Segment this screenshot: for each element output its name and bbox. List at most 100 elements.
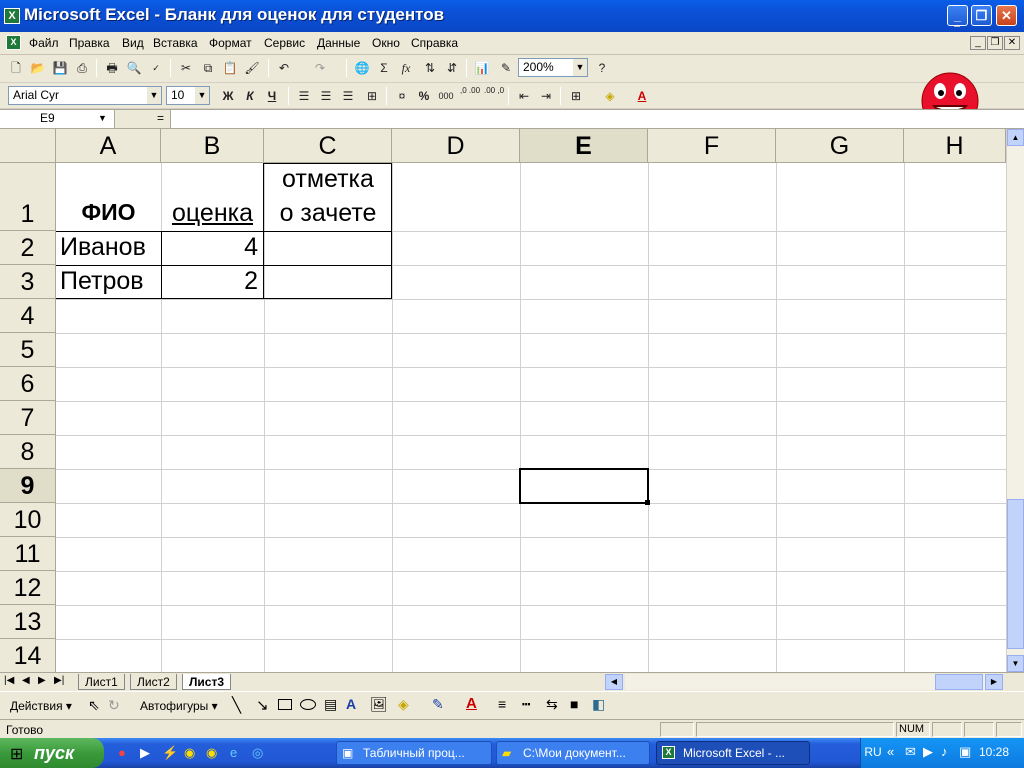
cell-a3[interactable]: Петров bbox=[60, 267, 144, 296]
underline-button[interactable]: Ч bbox=[262, 86, 282, 106]
drawing-icon[interactable]: ✎ bbox=[496, 58, 516, 78]
row-header-13[interactable]: 13 bbox=[0, 605, 56, 639]
column-header-f[interactable]: F bbox=[648, 129, 776, 163]
menu-tools[interactable]: Сервис bbox=[264, 36, 305, 50]
language-indicator[interactable]: RU bbox=[861, 745, 885, 759]
copy-icon[interactable]: ⧉ bbox=[198, 58, 218, 78]
quicklaunch-icon[interactable]: ⚡ bbox=[162, 745, 178, 761]
row-header-6[interactable]: 6 bbox=[0, 367, 56, 401]
autoshapes-menu[interactable]: Автофигуры ▾ bbox=[140, 699, 218, 713]
row-header-12[interactable]: 12 bbox=[0, 571, 56, 605]
menu-file[interactable]: Файл bbox=[29, 36, 59, 50]
save-icon[interactable]: 💾 bbox=[50, 58, 70, 78]
column-header-d[interactable]: D bbox=[392, 129, 520, 163]
close-button[interactable]: ✕ bbox=[996, 5, 1017, 26]
vertical-scrollbar[interactable]: ▲ ▼ bbox=[1006, 129, 1024, 672]
line-icon[interactable]: ╲ bbox=[232, 696, 241, 714]
worksheet-grid[interactable]: A B C D E F G H 1 2 3 4 5 6 7 8 9 10 11 … bbox=[0, 129, 1006, 672]
column-header-a[interactable]: A bbox=[56, 129, 161, 163]
sort-asc-icon[interactable]: ⇅ bbox=[420, 58, 440, 78]
last-sheet-icon[interactable]: ▶| bbox=[54, 675, 64, 686]
cell-b2[interactable]: 4 bbox=[161, 233, 258, 262]
arrow-icon[interactable]: ↘ bbox=[256, 696, 269, 714]
currency-icon[interactable]: ¤ bbox=[392, 86, 412, 106]
row-header-10[interactable]: 10 bbox=[0, 503, 56, 537]
row-header-5[interactable]: 5 bbox=[0, 333, 56, 367]
shadow-icon[interactable]: ■ bbox=[570, 696, 578, 712]
align-left-icon[interactable]: ☰ bbox=[294, 86, 314, 106]
selected-cell-e9[interactable] bbox=[519, 468, 649, 504]
row-header-8[interactable]: 8 bbox=[0, 435, 56, 469]
decrease-decimal-button[interactable]: .00 ,0 bbox=[484, 86, 504, 106]
textbox-icon[interactable]: ▤ bbox=[324, 696, 337, 713]
decrease-indent-icon[interactable]: ⇤ bbox=[514, 86, 534, 106]
chevron-down-icon[interactable]: ▼ bbox=[98, 113, 107, 123]
print-icon[interactable]: 🖶 bbox=[102, 58, 122, 78]
font-size-select[interactable]: 10 ▼ bbox=[166, 86, 210, 105]
menu-window[interactable]: Окно bbox=[372, 36, 400, 50]
doc-restore-button[interactable]: ❐ bbox=[987, 36, 1003, 50]
cell-b1[interactable]: оценка bbox=[161, 199, 264, 228]
first-sheet-icon[interactable]: |◀ bbox=[4, 675, 14, 686]
hscroll-thumb[interactable] bbox=[935, 674, 983, 690]
quicklaunch-icon[interactable]: ◎ bbox=[252, 745, 263, 761]
column-header-g[interactable]: G bbox=[776, 129, 904, 163]
dash-style-icon[interactable]: ┅ bbox=[522, 696, 530, 713]
column-header-e[interactable]: E bbox=[520, 129, 648, 163]
taskbar-button-explorer[interactable]: C:\Мои документ... bbox=[496, 741, 650, 765]
cell-c1-line2[interactable]: о зачете bbox=[264, 199, 392, 228]
cell-c1-line1[interactable]: отметка bbox=[264, 165, 392, 194]
permission-icon[interactable]: ⎙ bbox=[72, 58, 92, 78]
line-style-icon[interactable]: ≡ bbox=[498, 696, 506, 712]
zoom-select[interactable]: 200% ▼ bbox=[518, 58, 588, 77]
row-header-4[interactable]: 4 bbox=[0, 299, 56, 333]
cell-a1[interactable]: ФИО bbox=[56, 199, 161, 226]
rectangle-icon[interactable] bbox=[278, 699, 292, 710]
cell-a2[interactable]: Иванов bbox=[60, 233, 146, 262]
menu-data[interactable]: Данные bbox=[317, 36, 360, 50]
quicklaunch-icon[interactable]: ◉ bbox=[184, 745, 195, 761]
clipart-icon[interactable]: 🖼 bbox=[370, 696, 388, 713]
align-right-icon[interactable]: ☰ bbox=[338, 86, 358, 106]
row-header-7[interactable]: 7 bbox=[0, 401, 56, 435]
print-preview-icon[interactable]: 🔍 bbox=[124, 58, 144, 78]
wordart-icon[interactable]: A bbox=[346, 696, 356, 712]
menu-help[interactable]: Справка bbox=[411, 36, 458, 50]
minimize-button[interactable]: _ bbox=[947, 5, 968, 26]
format-painter-icon[interactable]: 🖌 bbox=[242, 58, 262, 78]
function-icon[interactable]: fx bbox=[396, 58, 416, 78]
font-color-icon[interactable]: A bbox=[466, 695, 477, 712]
new-icon[interactable]: 🗋 bbox=[6, 58, 26, 78]
quicklaunch-icon[interactable]: ◉ bbox=[206, 745, 217, 761]
menu-format[interactable]: Формат bbox=[209, 36, 252, 50]
excel-app-icon[interactable]: X bbox=[4, 8, 20, 24]
taskbar-button-word[interactable]: Табличный проц... bbox=[336, 741, 492, 765]
menu-insert[interactable]: Вставка bbox=[153, 36, 198, 50]
oval-icon[interactable] bbox=[300, 699, 316, 710]
doc-minimize-button[interactable]: _ bbox=[970, 36, 986, 50]
arrow-style-icon[interactable]: ⇆ bbox=[546, 696, 558, 713]
paste-icon[interactable]: 📋 bbox=[220, 58, 240, 78]
menu-edit[interactable]: Правка bbox=[69, 36, 110, 50]
quicklaunch-media-icon[interactable]: ▶ bbox=[140, 745, 150, 761]
tray-icon[interactable]: ✉ bbox=[905, 744, 916, 760]
tray-arrow-icon[interactable]: « bbox=[887, 744, 894, 759]
hscroll-left-button[interactable]: ◀ bbox=[605, 674, 623, 690]
quicklaunch-icon[interactable]: ● bbox=[118, 745, 126, 760]
row-header-2[interactable]: 2 bbox=[0, 231, 56, 265]
redo-icon[interactable]: ↷ bbox=[310, 58, 330, 78]
chart-wizard-icon[interactable]: 📊 bbox=[472, 58, 492, 78]
formula-input[interactable] bbox=[172, 110, 1024, 128]
sheet-tab-2[interactable]: Лист2 bbox=[130, 674, 177, 690]
select-all-corner[interactable] bbox=[0, 129, 56, 163]
doc-close-button[interactable]: ✕ bbox=[1004, 36, 1020, 50]
prev-sheet-icon[interactable]: ◀ bbox=[22, 675, 30, 686]
spelling-icon[interactable]: ✓ bbox=[146, 58, 166, 78]
next-sheet-icon[interactable]: ▶ bbox=[38, 675, 46, 686]
actions-menu[interactable]: Действия ▾ bbox=[10, 699, 72, 713]
internet-explorer-icon[interactable]: e bbox=[230, 745, 237, 760]
fill-handle[interactable] bbox=[645, 500, 650, 505]
hscroll-right-button[interactable]: ▶ bbox=[985, 674, 1003, 690]
network-icon[interactable]: ▣ bbox=[959, 744, 971, 760]
hyperlink-icon[interactable]: 🌐 bbox=[352, 58, 372, 78]
